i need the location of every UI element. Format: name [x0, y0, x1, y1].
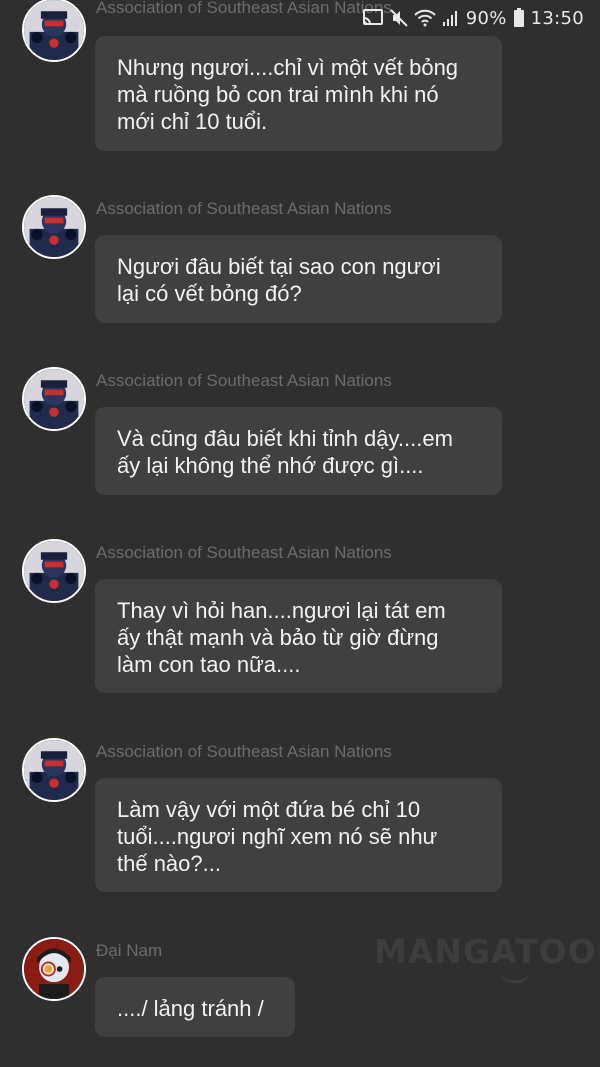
watermark: MANGATOON — [374, 932, 600, 971]
asean-avatar[interactable] — [22, 0, 86, 62]
message-bubble[interactable]: Và cũng đâu biết khi tỉnh dậy....em ấy l… — [95, 407, 502, 495]
wifi-icon — [413, 9, 436, 27]
watermark-smile — [500, 970, 530, 983]
clock: 13:50 — [530, 7, 584, 29]
message-text: mới chỉ 10 tuổi. — [117, 109, 268, 134]
sender-name: Association of Southeast Asian Nations — [96, 0, 392, 17]
message-bubble[interactable]: Làm vậy với một đứa bé chỉ 10 tuổi....ng… — [95, 778, 502, 892]
sender-name: Association of Southeast Asian Nations — [96, 742, 392, 761]
message-text: Thay vì hỏi han....ngươi lại tát em — [117, 598, 446, 623]
message-text: Làm vậy với một đứa bé chỉ 10 — [117, 797, 421, 822]
message-text: lại có vết bỏng đó? — [117, 281, 302, 306]
asean-avatar[interactable] — [22, 738, 86, 802]
asean-avatar[interactable] — [22, 367, 86, 431]
mute-icon — [389, 9, 408, 27]
message-text: làm con tao nữa.... — [117, 652, 301, 677]
sender-name: Association of Southeast Asian Nations — [96, 199, 392, 218]
message-bubble[interactable]: Ngươi đâu biết tại sao con ngươi lại có … — [95, 235, 502, 323]
message-text: Ngươi đâu biết tại sao con ngươi — [117, 254, 441, 279]
battery-percent: 90% — [465, 7, 507, 29]
sender-name: Association of Southeast Asian Nations — [96, 543, 392, 562]
battery-icon — [513, 8, 525, 28]
message-bubble[interactable]: ..../ lảng tránh / — [95, 977, 295, 1037]
message-text: ..../ lảng tránh / — [117, 996, 264, 1021]
message-text: tuổi....ngươi nghĩ xem nó sẽ như — [117, 824, 438, 849]
status-bar: 90% 13:50 — [362, 0, 600, 36]
asean-avatar[interactable] — [22, 195, 86, 259]
asean-avatar[interactable] — [22, 539, 86, 603]
cast-icon — [362, 9, 384, 27]
message-bubble[interactable]: Nhưng ngươi....chỉ vì một vết bỏng mà ru… — [95, 36, 502, 151]
sender-name: Đại Nam — [96, 941, 163, 960]
signal-icon — [442, 9, 460, 27]
message-text: mà ruồng bỏ con trai mình khi nó — [117, 82, 439, 107]
message-text: ấy thật mạnh và bảo từ giờ đừng — [117, 625, 439, 650]
sender-name: Association of Southeast Asian Nations — [96, 371, 392, 390]
message-bubble[interactable]: Thay vì hỏi han....ngươi lại tát em ấy t… — [95, 579, 502, 693]
dai-nam-avatar[interactable] — [22, 937, 86, 1001]
message-text: Và cũng đâu biết khi tỉnh dậy....em — [117, 426, 453, 451]
message-text: thế nào?... — [117, 851, 221, 876]
message-text: Nhưng ngươi....chỉ vì một vết bỏng — [117, 55, 459, 80]
message-text: ấy lại không thể nhớ được gì.... — [117, 453, 424, 478]
